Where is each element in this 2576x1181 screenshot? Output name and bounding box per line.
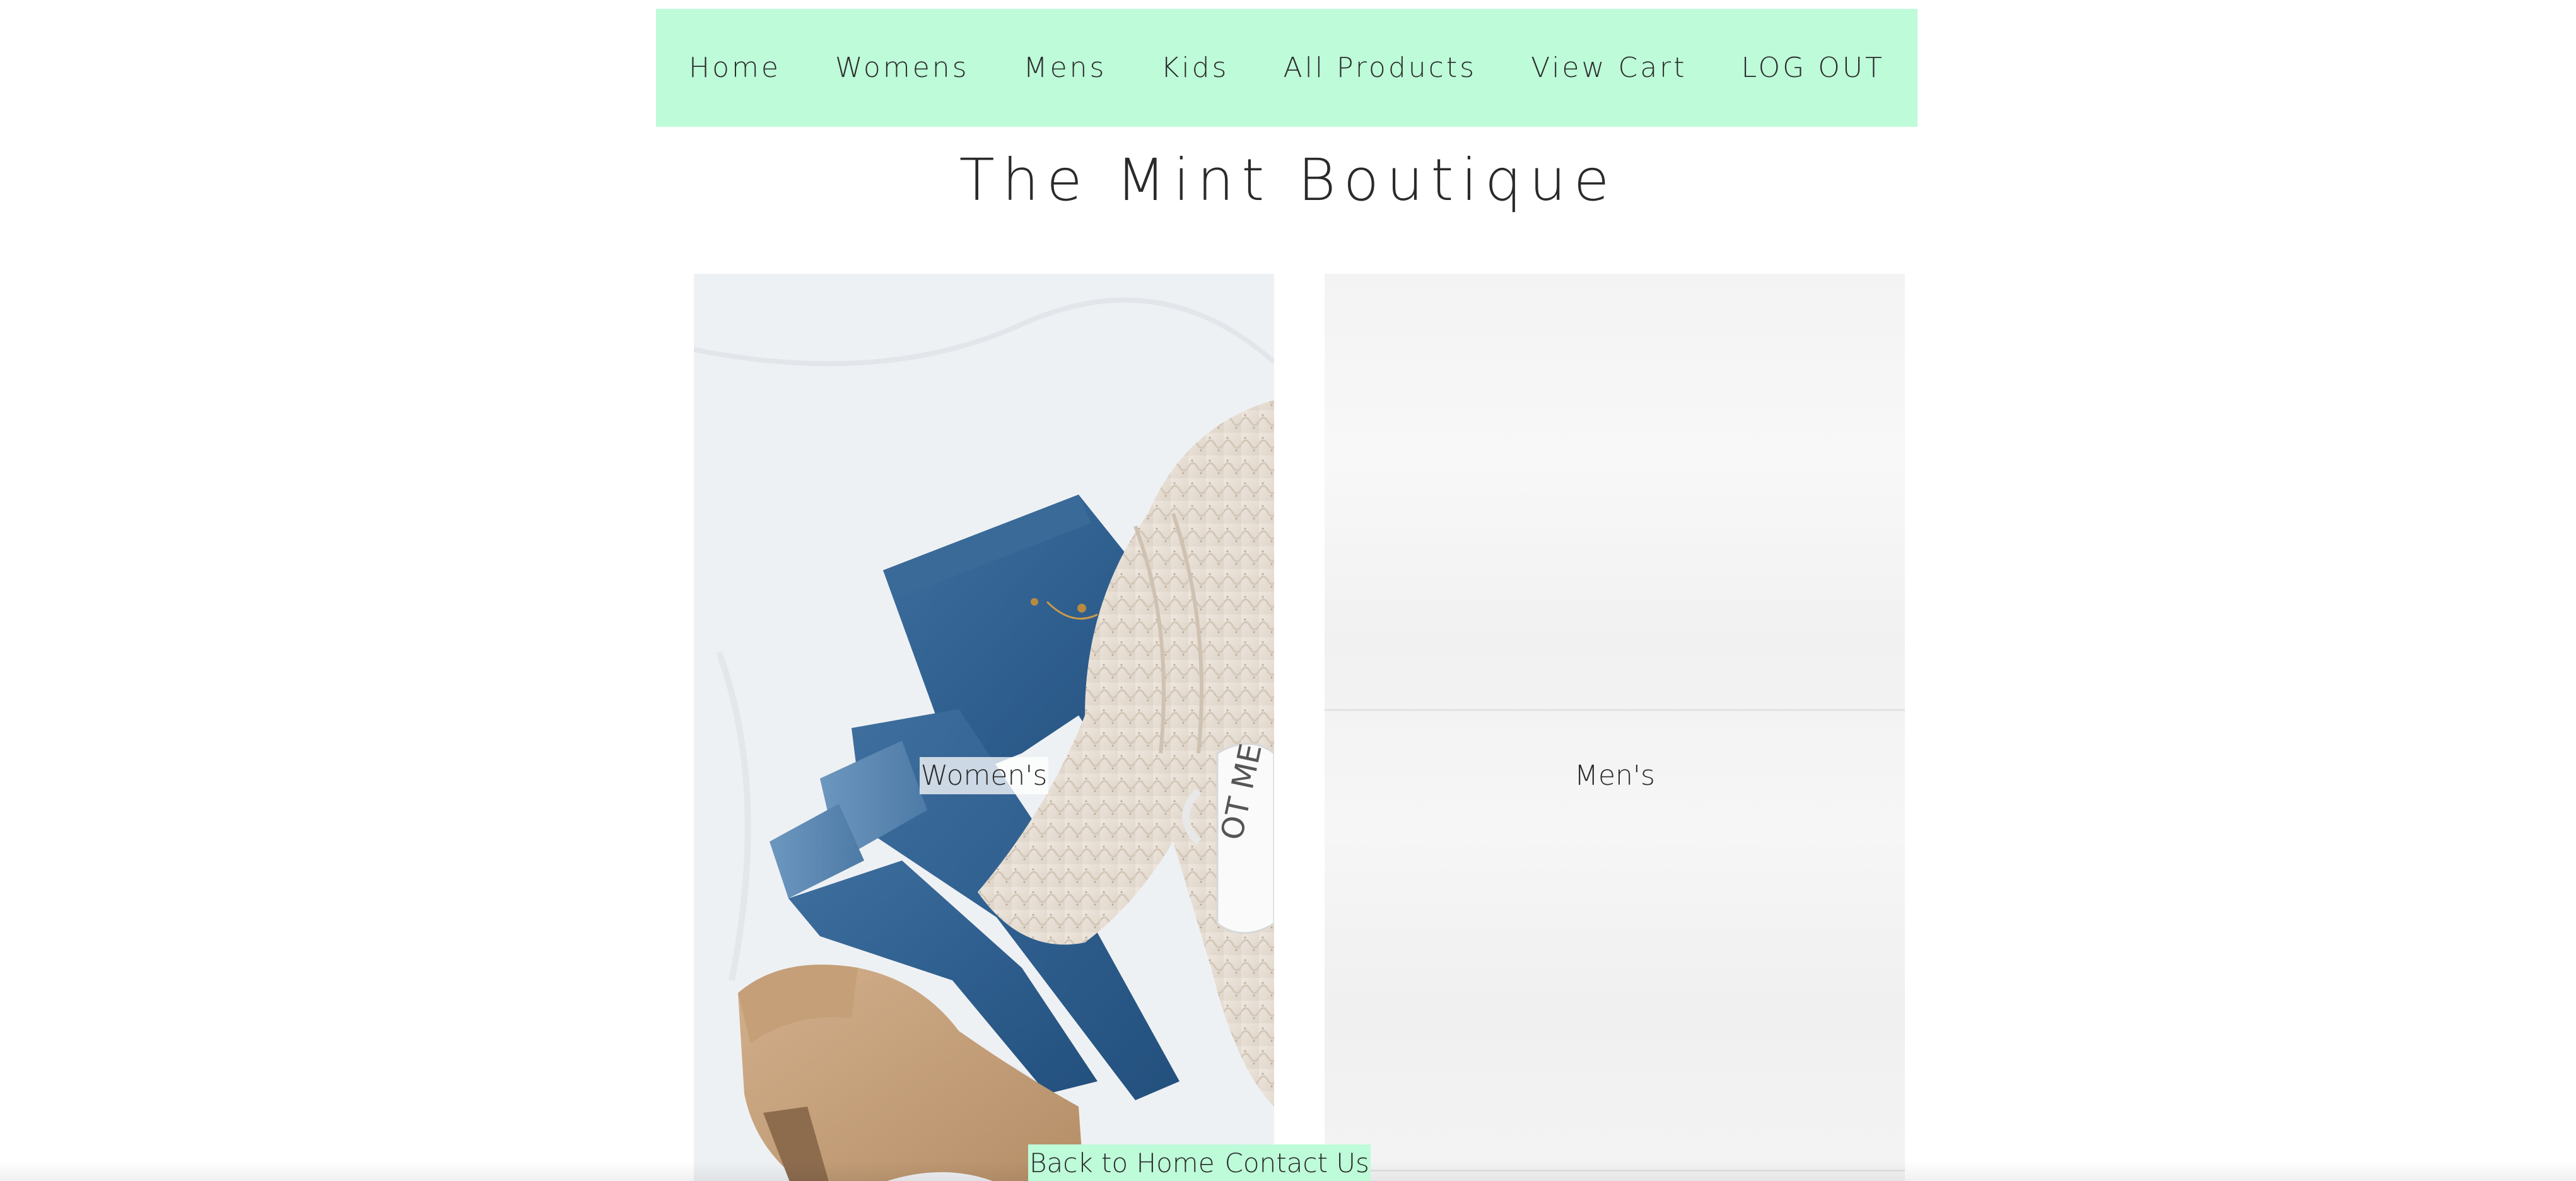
contact-us-link[interactable]: Contact Us: [1225, 1148, 1369, 1178]
nav-kids[interactable]: Kids: [1161, 52, 1229, 84]
category-card-mens[interactable]: Men's: [1325, 274, 1905, 1181]
nav-womens[interactable]: Womens: [835, 52, 969, 84]
category-label-mens[interactable]: Men's: [1325, 760, 1905, 792]
womens-category-image: OT ME: [694, 274, 1274, 1181]
nav-log-out[interactable]: LOG OUT: [1742, 52, 1885, 84]
womens-label-text[interactable]: Women's: [919, 757, 1049, 794]
footer-links: Back to Home Contact Us: [1028, 1144, 1371, 1181]
category-label-womens[interactable]: Women's: [694, 757, 1274, 794]
nav-mens[interactable]: Mens: [1024, 52, 1107, 84]
nav-all-products[interactable]: All Products: [1284, 52, 1477, 84]
mens-label-text[interactable]: Men's: [1573, 757, 1656, 794]
main-nav: Home Womens Mens Kids All Products View …: [656, 9, 1917, 127]
category-card-womens[interactable]: OT ME Women's: [694, 274, 1274, 1181]
page: Home Womens Mens Kids All Products View …: [0, 0, 2576, 1181]
wood-plank-line: [1325, 709, 1905, 711]
nav-home[interactable]: Home: [689, 52, 781, 84]
site-title: The Mint Boutique: [959, 146, 1617, 214]
back-to-home-link[interactable]: Back to Home: [1029, 1148, 1215, 1178]
nav-view-cart[interactable]: View Cart: [1531, 52, 1687, 84]
